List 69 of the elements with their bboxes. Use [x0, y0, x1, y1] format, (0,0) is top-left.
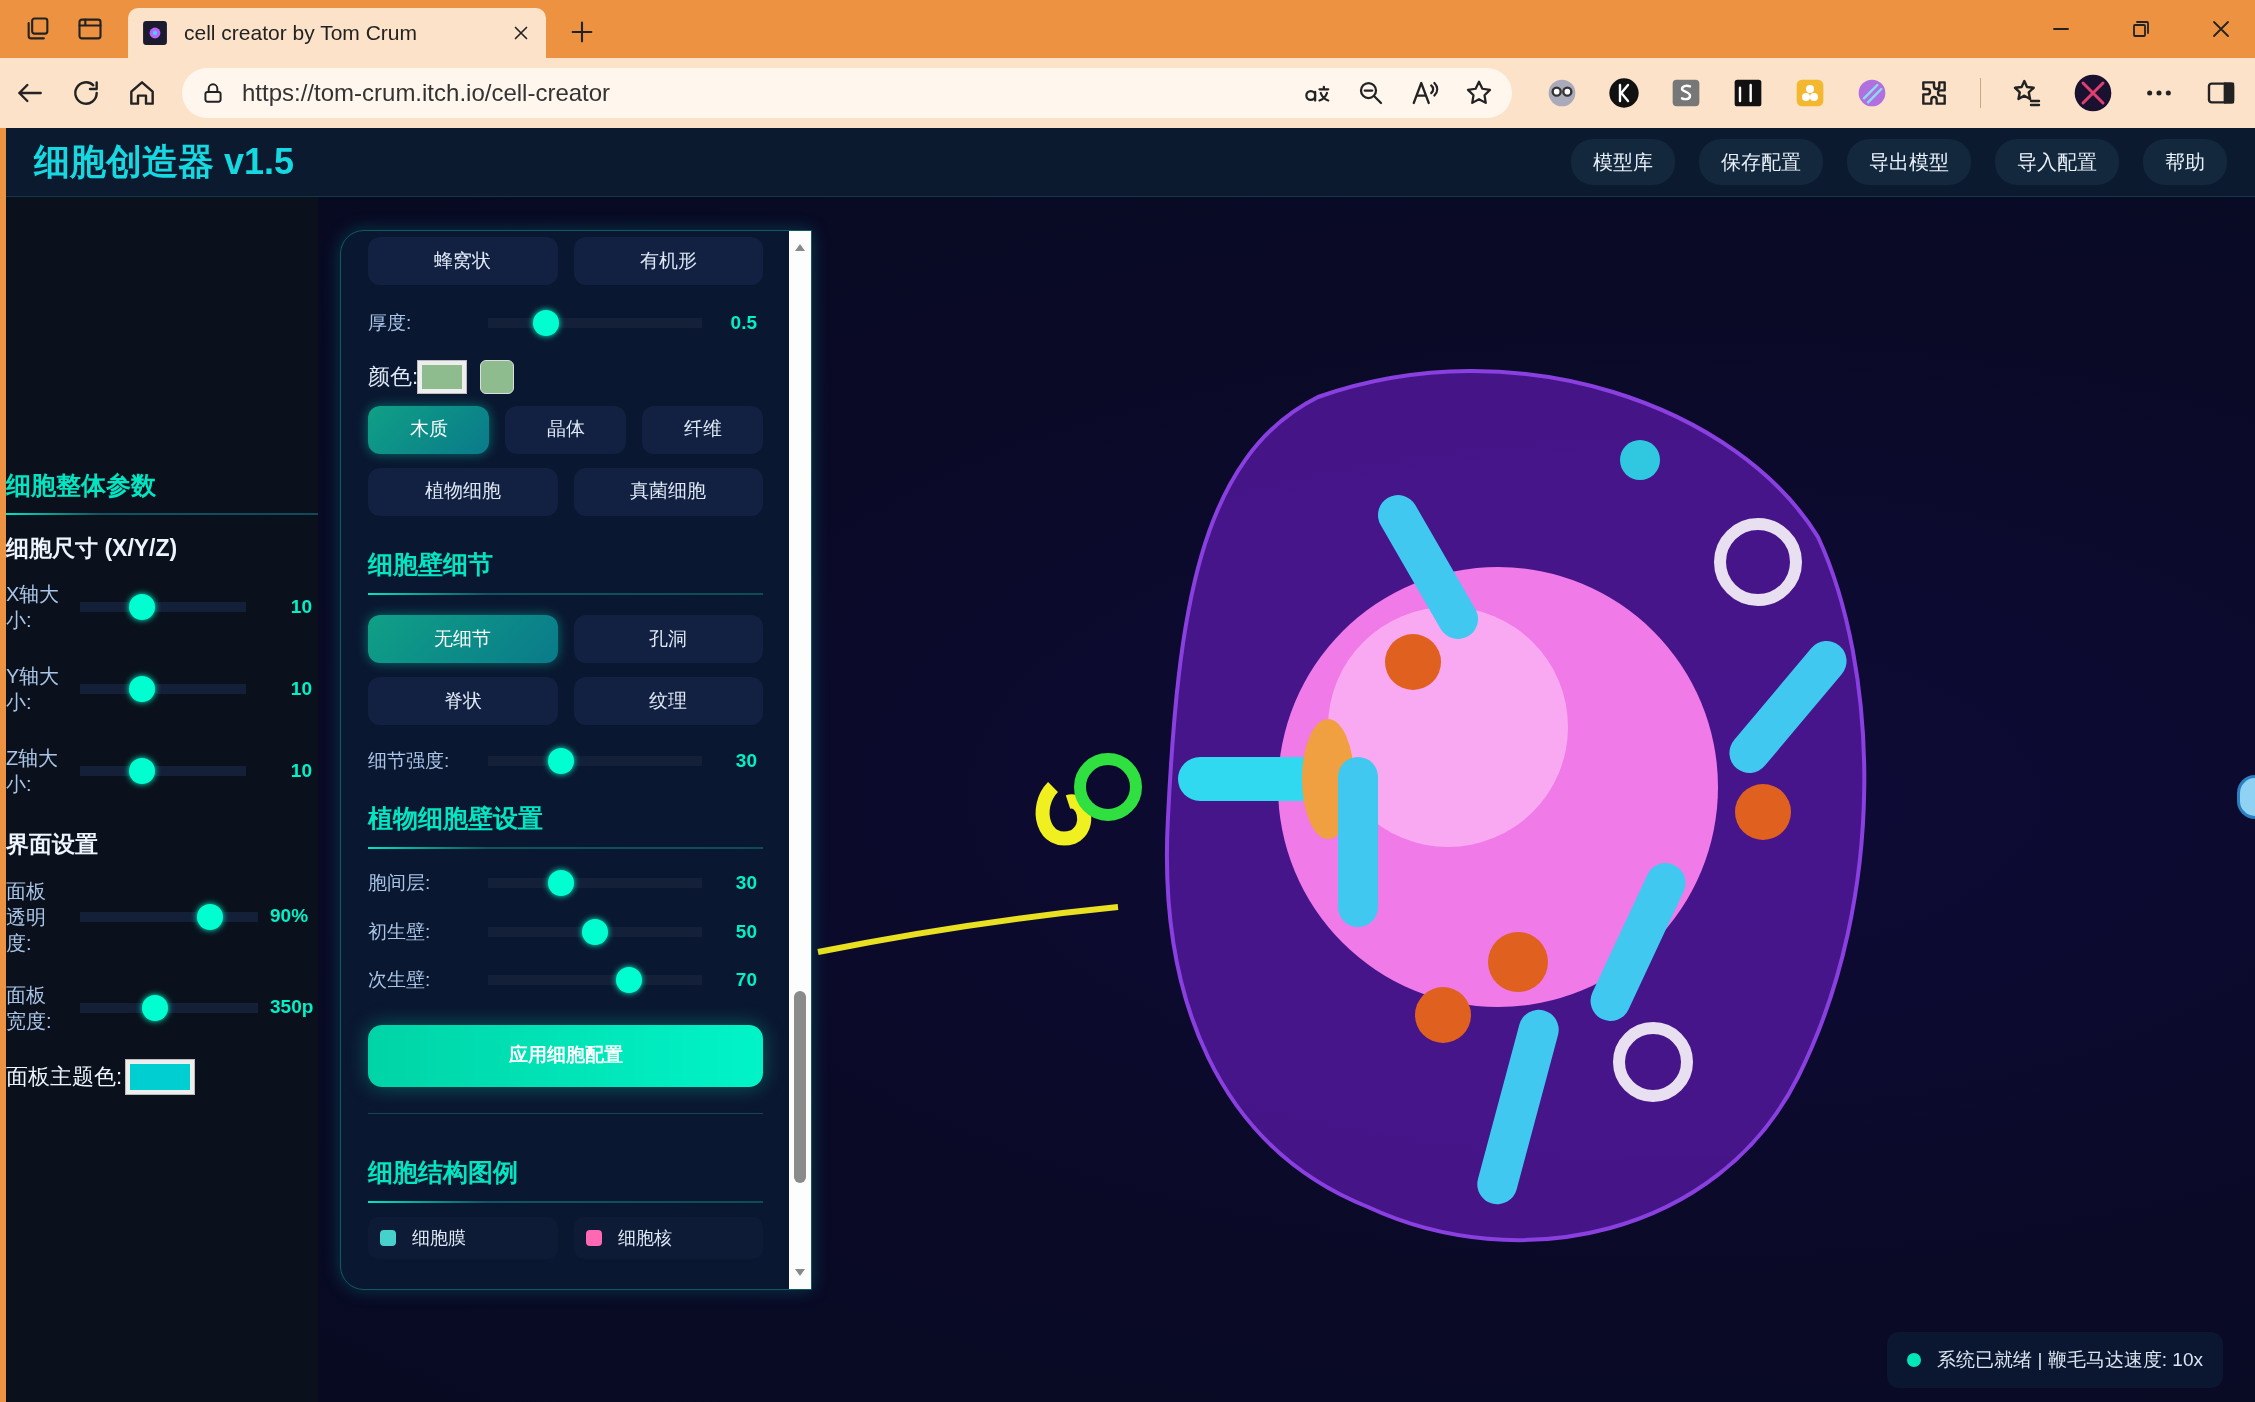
slider-label: 细节强度:: [368, 749, 451, 773]
nav-button[interactable]: 导出模型: [1847, 139, 1971, 185]
slider-thumb[interactable]: [129, 758, 155, 784]
slider-value: 350p: [270, 995, 315, 1020]
status-text: 系统已就绪 | 鞭毛马达速度: 10x: [1937, 1347, 2203, 1372]
favicon-icon: [142, 20, 168, 46]
subsection-heading: 细胞尺寸 (X/Y/Z): [6, 533, 179, 563]
slider-thumb[interactable]: [548, 748, 575, 775]
extension-icon[interactable]: [1732, 77, 1764, 109]
slider-value: 30: [734, 749, 758, 773]
nav-button[interactable]: 保存配置: [1699, 139, 1823, 185]
slider-label: 厚度:: [368, 311, 413, 335]
slider-thumb[interactable]: [548, 870, 575, 897]
slider-value: 90%: [270, 904, 310, 929]
slider-label: Y轴大小:: [6, 664, 60, 715]
nav-button[interactable]: 导入配置: [1995, 139, 2119, 185]
nav-button[interactable]: 帮助: [2143, 139, 2227, 185]
extension-icon[interactable]: [1608, 77, 1640, 109]
slider-value: 70: [734, 968, 758, 992]
subsection-heading: 界面设置: [6, 830, 99, 859]
nav-button[interactable]: 模型库: [1571, 139, 1675, 185]
status-dot-icon: [1907, 1353, 1922, 1367]
slider-label: 面板透明度:: [6, 878, 47, 956]
app-title: 细胞创造器 v1.5: [34, 140, 296, 184]
slider-label: Z轴大小:: [6, 746, 60, 797]
section-heading: 细胞整体参数: [6, 470, 157, 501]
slider-value: 10: [289, 676, 312, 701]
slider-label: 胞间层:: [368, 871, 432, 895]
favorites-icon[interactable]: [2011, 77, 2043, 109]
legend-label: 细胞膜: [412, 1226, 466, 1250]
slider-label: 次生壁:: [368, 968, 432, 992]
legend-label: 细胞核: [617, 1226, 672, 1250]
option-button[interactable]: 脊状: [368, 677, 558, 725]
slider-value: 10: [289, 758, 312, 783]
section-heading: 细胞结构图例: [368, 1156, 519, 1188]
section-heading: 细胞壁细节: [368, 548, 494, 580]
option-button[interactable]: 植物细胞: [368, 467, 558, 516]
slider-value: 0.5: [729, 311, 758, 335]
slider-thumb[interactable]: [582, 918, 608, 945]
option-button[interactable]: 孔洞: [573, 615, 763, 663]
avatar-icon[interactable]: [2073, 73, 2113, 113]
section-heading: 植物细胞壁设置: [368, 802, 544, 834]
option-button[interactable]: 木质: [368, 405, 489, 454]
color-label: 颜色:: [368, 363, 419, 391]
scrollbar-thumb[interactable]: [794, 991, 806, 1183]
color-picker[interactable]: [126, 1059, 195, 1094]
slider-value: 30: [734, 871, 758, 895]
option-button[interactable]: 真菌细胞: [573, 467, 763, 516]
option-button[interactable]: 纹理: [573, 677, 763, 725]
slider-label: 面板宽度:: [6, 982, 53, 1034]
extension-icon[interactable]: [1546, 77, 1578, 109]
slider-thumb[interactable]: [142, 994, 169, 1021]
color-picker[interactable]: [418, 360, 467, 393]
slider-thumb[interactable]: [129, 676, 155, 702]
slider-thumb[interactable]: [197, 903, 224, 930]
option-button[interactable]: 无细节: [368, 615, 558, 663]
slider-thumb[interactable]: [615, 967, 642, 994]
slider-value: 10: [289, 594, 312, 619]
option-button[interactable]: 晶体: [505, 405, 626, 454]
slider-value: 50: [734, 919, 758, 944]
slider-label: X轴大小:: [6, 582, 60, 633]
side-handle-icon[interactable]: [2237, 775, 2255, 819]
option-button[interactable]: 纤维: [642, 405, 763, 454]
slider-thumb[interactable]: [129, 594, 155, 620]
slider-thumb[interactable]: [533, 310, 560, 337]
color-label: 面板主题色:: [6, 1063, 123, 1091]
option-button[interactable]: 有机形: [573, 237, 763, 285]
option-button[interactable]: 蜂窝状: [368, 237, 558, 285]
slider-label: 初生壁:: [368, 919, 432, 944]
